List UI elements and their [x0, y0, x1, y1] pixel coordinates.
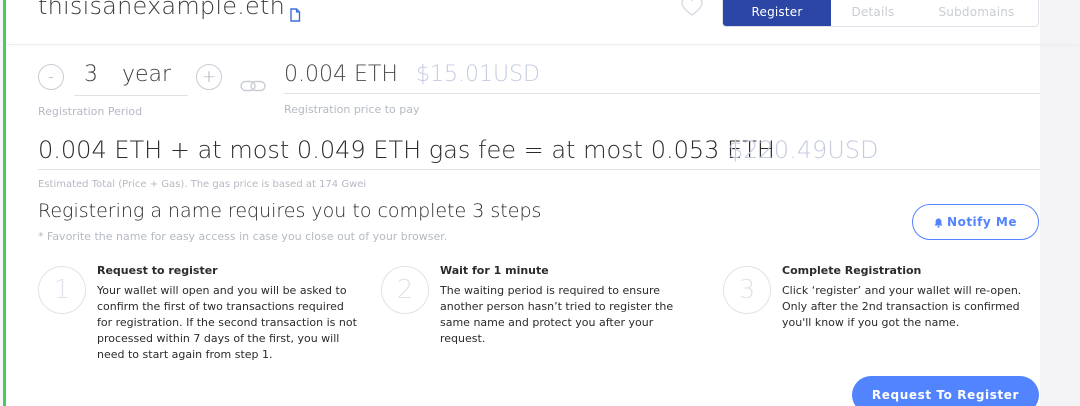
domain-title: thisisanexample.eth: [38, 0, 301, 22]
notify-me-label: Notify Me: [947, 215, 1017, 229]
period-label: Registration Period: [38, 105, 143, 118]
years-value[interactable]: 3: [84, 62, 98, 87]
stepper-underline: [74, 95, 188, 96]
step-description: The waiting period is required to ensure…: [440, 284, 674, 345]
increment-button[interactable]: +: [196, 64, 222, 90]
page-gutter: [1040, 0, 1080, 406]
bell-icon: [934, 217, 943, 228]
left-accent-bar: [3, 0, 6, 406]
notify-me-button[interactable]: Notify Me: [912, 204, 1039, 240]
header-divider: [7, 44, 1080, 45]
years-unit: year: [122, 62, 172, 87]
price-field: 0.004 ETH $15.01USD: [284, 62, 1040, 94]
domain-name-text: thisisanexample.eth: [38, 0, 285, 20]
step-description: Click ‘register’ and your wallet will re…: [782, 284, 1022, 329]
total-label: Estimated Total (Price + Gas). The gas p…: [38, 179, 367, 190]
step-title: Wait for 1 minute: [440, 264, 549, 277]
price-label: Registration price to pay: [284, 103, 420, 116]
heart-icon[interactable]: [680, 0, 704, 18]
step-description: Your wallet will open and you will be as…: [97, 284, 357, 361]
domain-tabs: Register Details Subdomains: [722, 0, 1039, 27]
request-to-register-button[interactable]: Request To Register: [852, 376, 1039, 406]
tab-subdomains[interactable]: Subdomains: [915, 0, 1038, 26]
step-title: Request to register: [97, 264, 218, 277]
step-number: 2: [381, 266, 429, 314]
favorite-note: * Favorite the name for easy access in c…: [38, 230, 448, 243]
total-field: 0.004 ETH + at most 0.049 ETH gas fee = …: [38, 136, 1040, 170]
total-eth: 0.004 ETH + at most 0.049 ETH gas fee = …: [38, 136, 775, 164]
total-usd: $220.49USD: [728, 136, 879, 164]
decrement-button[interactable]: -: [38, 64, 64, 90]
price-usd: $15.01USD: [416, 62, 540, 87]
tab-register[interactable]: Register: [723, 0, 831, 26]
step-number: 3: [723, 266, 771, 314]
step-number: 1: [38, 266, 86, 314]
tab-details[interactable]: Details: [831, 0, 915, 26]
steps-heading: Registering a name requires you to compl…: [38, 200, 542, 222]
period-stepper: - 3 year +: [38, 62, 224, 96]
step-title: Complete Registration: [782, 264, 922, 277]
copy-icon[interactable]: [289, 0, 301, 22]
link-icon: [240, 78, 266, 94]
price-eth: 0.004 ETH: [284, 62, 398, 87]
